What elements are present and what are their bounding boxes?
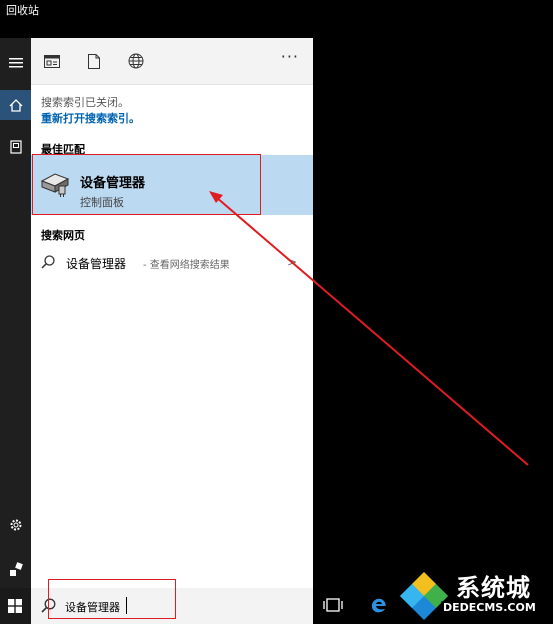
settings-button[interactable] <box>0 510 31 540</box>
apps-filter-icon <box>44 54 60 68</box>
documents-filter-icon <box>88 53 100 69</box>
documents-button[interactable] <box>0 132 31 162</box>
web-search-term: 设备管理器 <box>66 257 127 271</box>
web-filter-button[interactable] <box>127 52 145 70</box>
watermark-emblem-icon <box>400 572 448 620</box>
watermark-site-text: DEDECMS.COM <box>441 601 538 614</box>
user-icon <box>9 562 23 576</box>
home-button[interactable] <box>0 90 31 120</box>
start-left-rail <box>0 38 31 624</box>
user-button[interactable] <box>0 554 31 584</box>
filter-bar: ··· <box>31 38 313 85</box>
web-search-hint: - 查看网络搜索结果 <box>143 260 230 271</box>
search-icon <box>41 255 55 269</box>
web-search-heading: 搜索网页 <box>41 229 85 242</box>
search-results-panel: ··· 搜索索引已关闭。 重新打开搜索索引。 最佳匹配 设备管理器 控制面板 搜… <box>31 38 313 588</box>
chevron-right-icon: > <box>286 255 297 269</box>
edge-browser-icon[interactable] <box>370 596 388 614</box>
hamburger-icon <box>8 58 23 68</box>
search-highlight-box <box>48 579 176 619</box>
watermark-logo: 系统城 DEDECMS.COM <box>398 566 548 622</box>
home-icon <box>9 98 22 112</box>
task-view-icon[interactable] <box>323 597 343 613</box>
windows-icon <box>8 599 22 613</box>
recycle-bin-label[interactable]: 回收站 <box>6 2 39 18</box>
watermark-logo-text: 系统城 <box>456 574 531 602</box>
document-icon <box>9 140 22 154</box>
more-options-button[interactable]: ··· <box>281 47 299 66</box>
documents-filter-button[interactable] <box>85 52 103 70</box>
web-search-result[interactable]: 设备管理器 - 查看网络搜索结果 > <box>31 250 313 276</box>
reenable-index-link[interactable]: 重新打开搜索索引。 <box>41 110 140 126</box>
best-match-highlight-box <box>32 154 261 215</box>
apps-filter-button[interactable] <box>43 52 61 70</box>
web-filter-icon <box>128 53 144 69</box>
start-button[interactable] <box>0 588 31 624</box>
hamburger-menu-button[interactable] <box>0 48 31 78</box>
settings-icon <box>10 519 21 531</box>
index-off-notice: 搜索索引已关闭。 <box>41 96 129 109</box>
